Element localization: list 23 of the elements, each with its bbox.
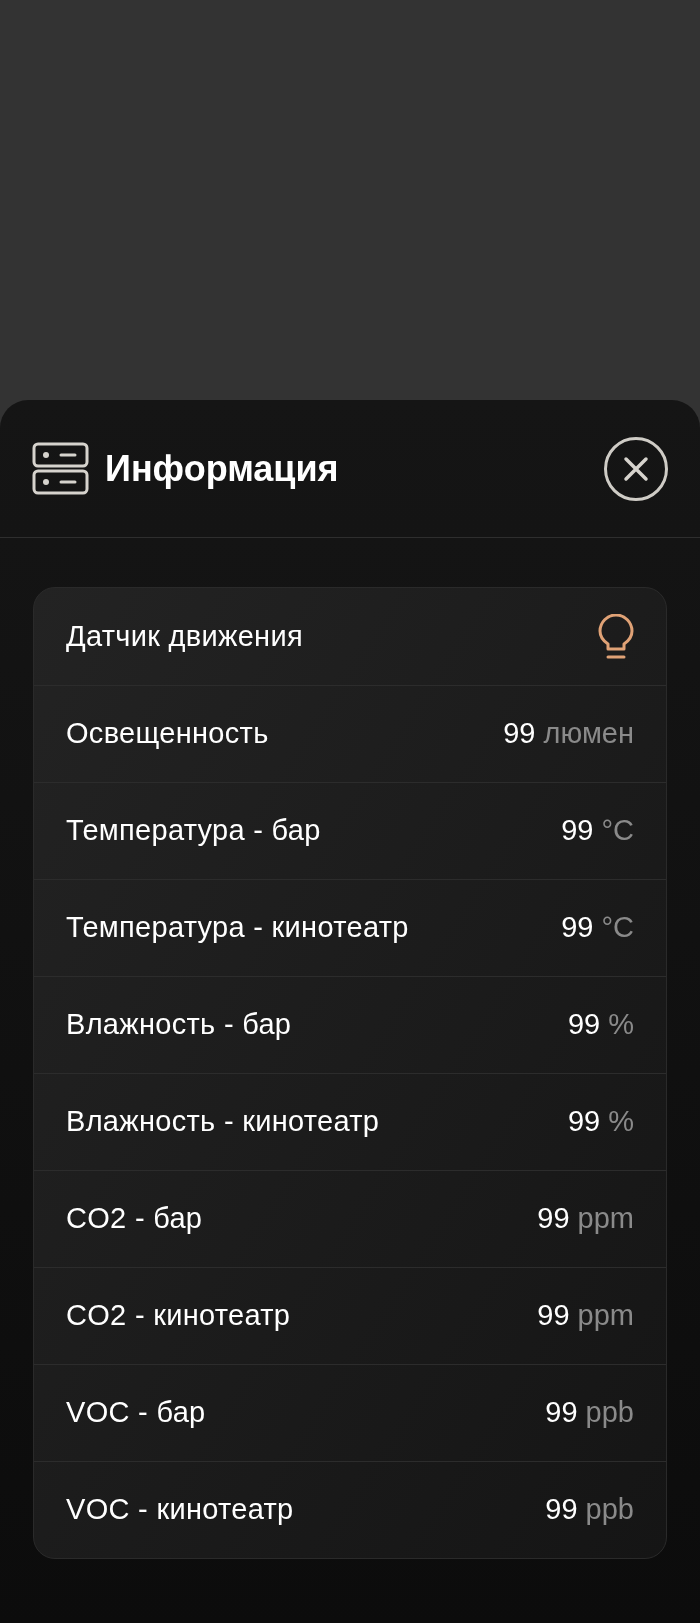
sensor-label: CO2 - кинотеатр: [66, 1298, 291, 1334]
close-button[interactable]: [604, 436, 668, 501]
sensor-reading: 99 %: [567, 1007, 634, 1043]
close-icon: [623, 455, 649, 482]
sensor-label: Температура - бар: [66, 813, 321, 849]
sensor-reading: 99 %: [567, 1104, 634, 1140]
sensor-reading: 99 ppm: [537, 1298, 634, 1334]
sensor-reading: 99 ppb: [545, 1395, 634, 1431]
sensor-label: Температура - кинотеатр: [66, 910, 409, 946]
sensor-reading: 99 °C: [561, 910, 634, 946]
sensor-label: Датчик движения: [66, 618, 303, 654]
sensor-label: Освещенность: [66, 716, 269, 752]
sensor-label: VOC - бар: [66, 1395, 206, 1431]
sensor-reading: 99 ppb: [545, 1492, 634, 1528]
sensor-label: CO2 - бар: [66, 1201, 203, 1237]
sensor-reading: 99 ppm: [537, 1201, 634, 1237]
sensor-reading: 99 °C: [561, 813, 634, 849]
sensor-label: VOC - кинотеатр: [66, 1492, 294, 1528]
sensor-label: Влажность - бар: [66, 1007, 292, 1043]
sheet-title: Информация: [105, 446, 339, 491]
sensor-label: Влажность - кинотеатр: [66, 1104, 380, 1140]
server-icon: [32, 442, 89, 495]
sensor-reading: 99 люмен: [503, 716, 634, 752]
